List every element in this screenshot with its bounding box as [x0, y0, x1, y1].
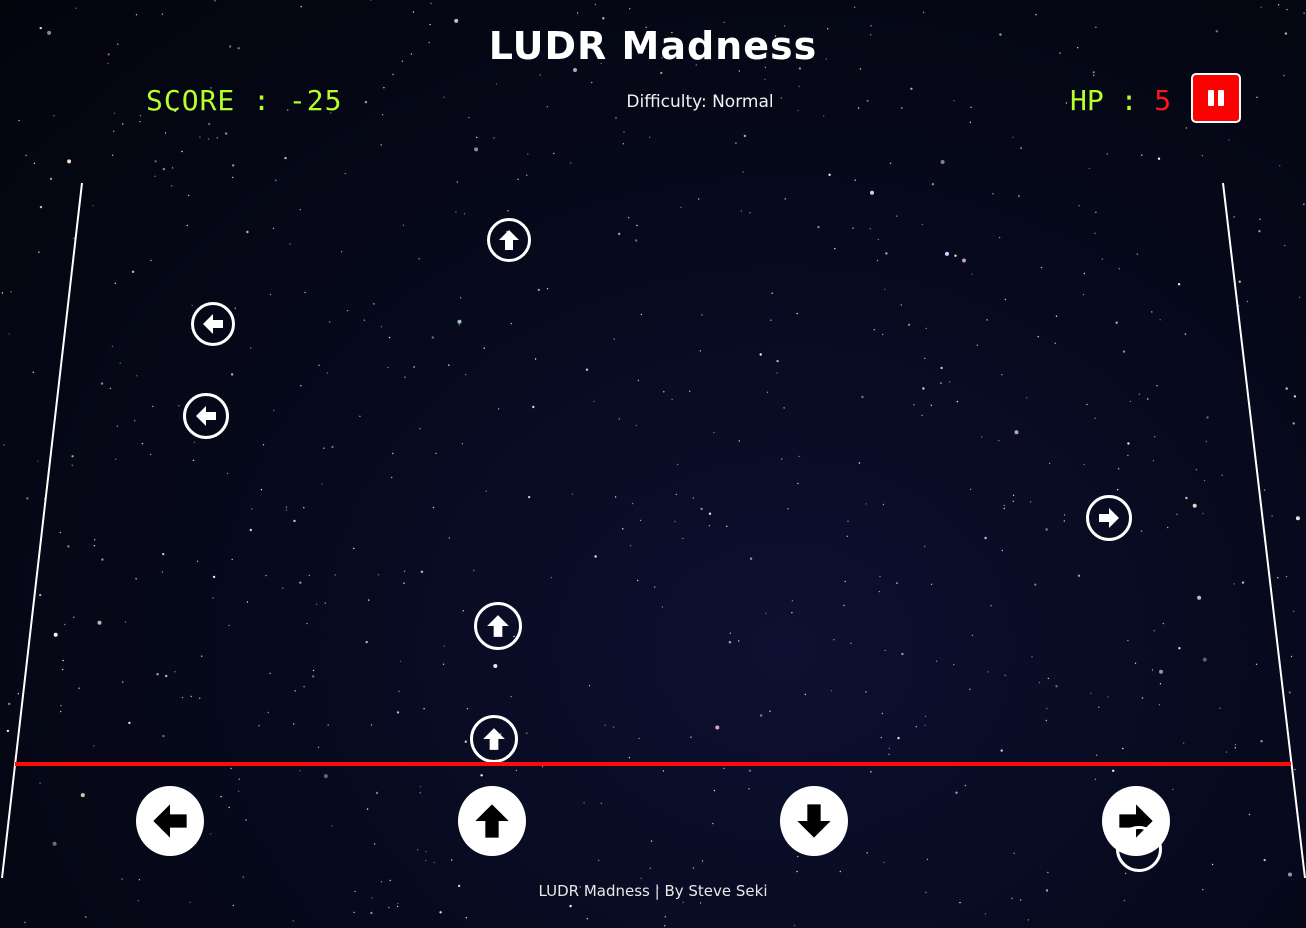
arrow-up-icon — [475, 804, 509, 838]
down-key-button[interactable] — [780, 786, 848, 856]
falling-note — [487, 218, 531, 262]
arrow-down-icon — [797, 804, 831, 838]
lane-borders — [1, 182, 1306, 879]
left-key-button[interactable] — [136, 786, 204, 856]
falling-note — [191, 302, 235, 346]
hp-label: HP : — [1070, 84, 1155, 117]
pause-icon — [1206, 90, 1226, 106]
hit-line — [15, 762, 1291, 766]
arrow-up-icon — [487, 615, 509, 637]
up-key-button[interactable] — [458, 786, 526, 856]
falling-note — [470, 715, 518, 763]
falling-note — [183, 393, 229, 439]
arrow-left-icon — [153, 804, 187, 838]
arrow-up-icon — [499, 230, 519, 250]
arrow-left-icon — [196, 406, 216, 426]
passing-note-ring — [1116, 826, 1162, 872]
right-lane-border — [1222, 182, 1306, 879]
game-title: LUDR Madness — [488, 24, 818, 68]
falling-note — [1086, 495, 1132, 541]
falling-note — [474, 602, 522, 650]
hp-display: HP : 5 — [1070, 84, 1171, 117]
arrow-left-icon — [203, 314, 223, 334]
footer-credit: LUDR Madness | By Steve Seki — [538, 882, 768, 900]
pause-button[interactable] — [1191, 73, 1241, 123]
left-lane-border — [1, 182, 83, 879]
arrow-right-icon — [1099, 508, 1119, 528]
hp-value: 5 — [1154, 84, 1172, 117]
arrow-up-icon — [483, 728, 505, 750]
